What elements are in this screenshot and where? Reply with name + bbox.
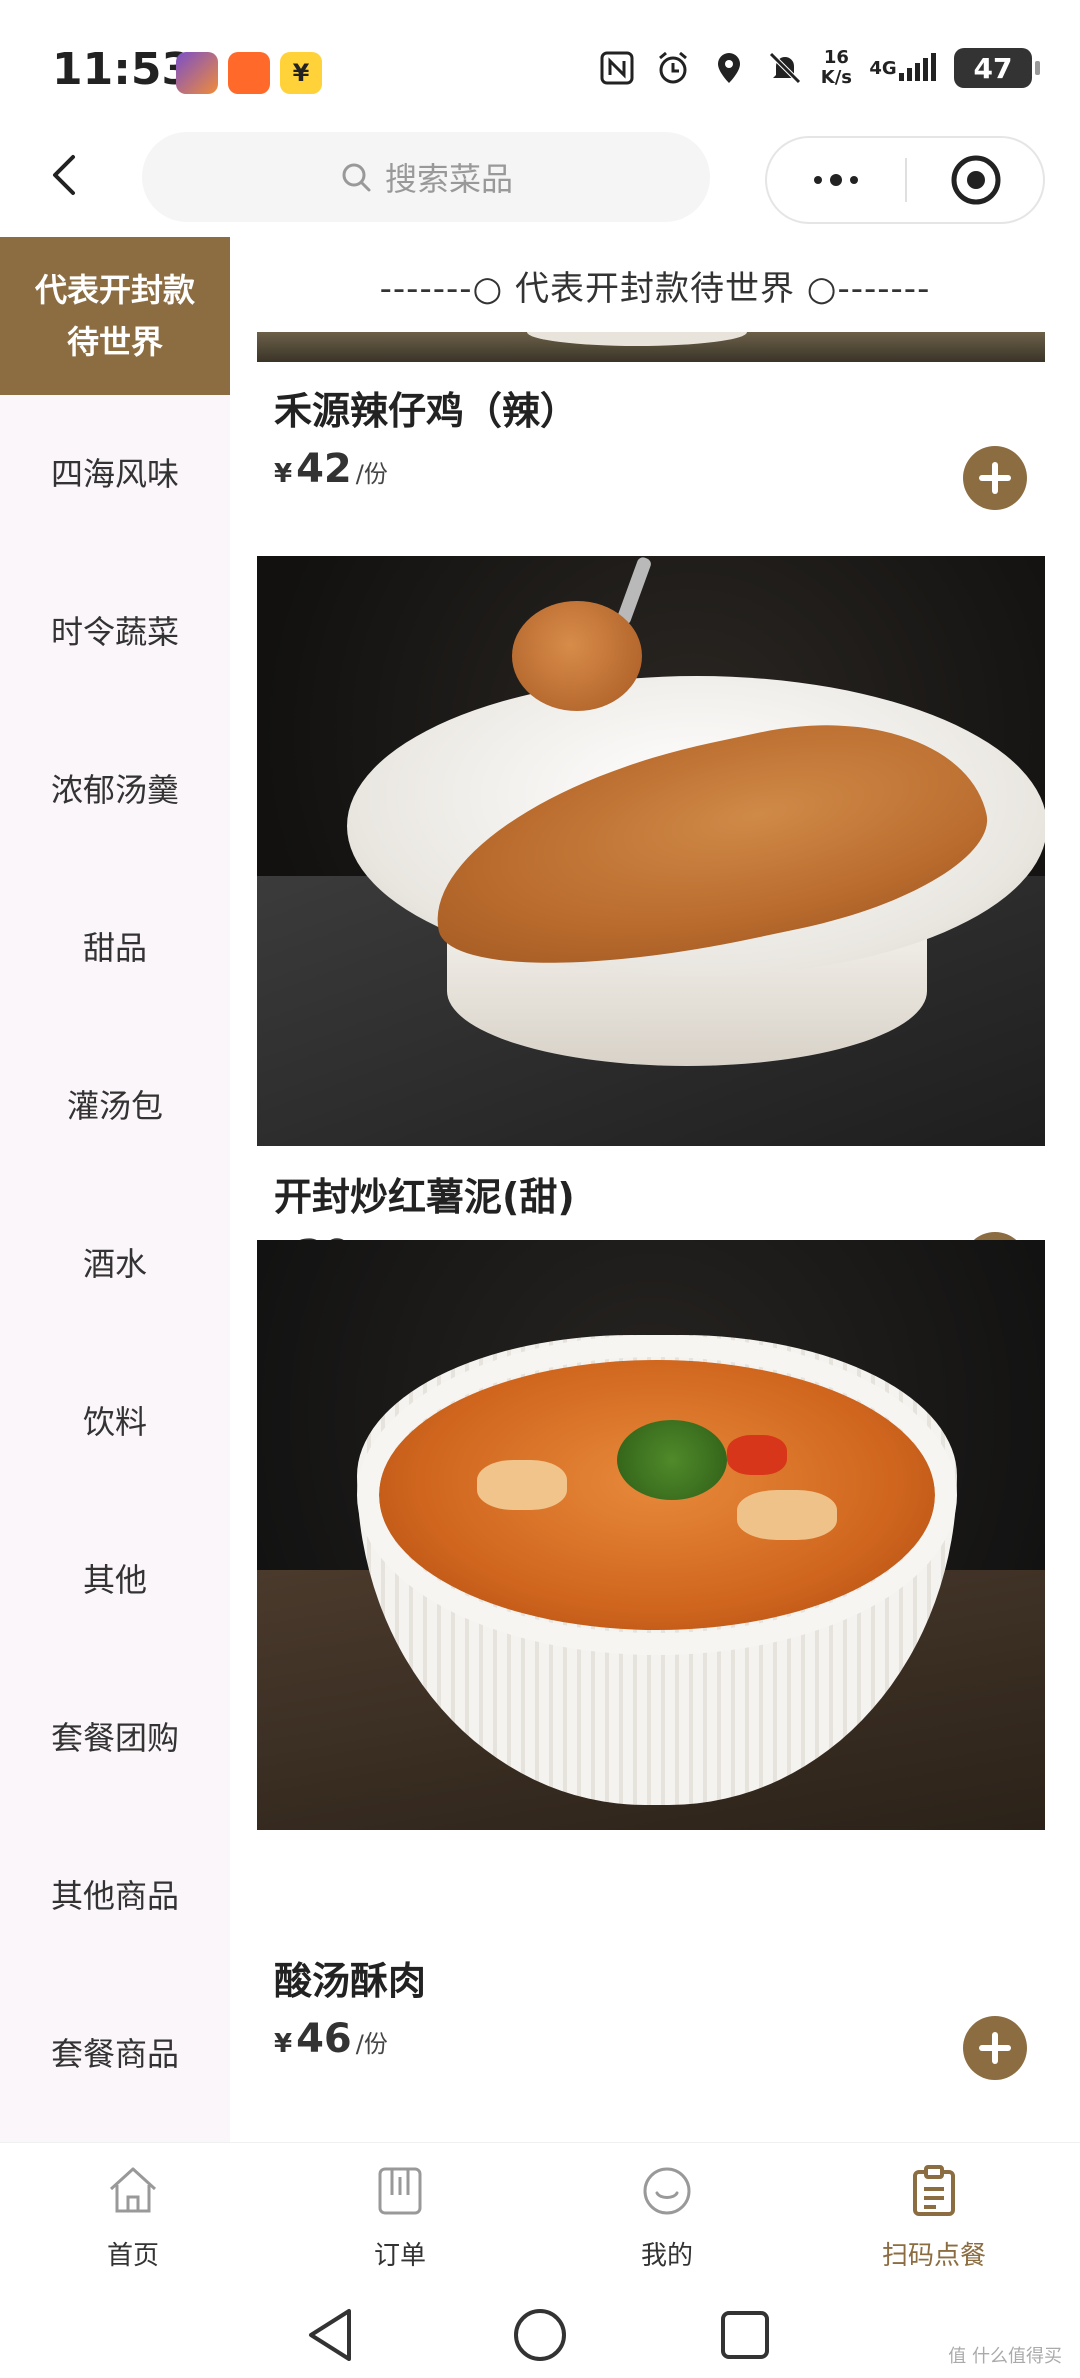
home-icon [103, 2161, 163, 2221]
search-icon [342, 163, 371, 192]
search-placeholder: 搜索菜品 [384, 160, 513, 198]
category-item-beverages[interactable]: 饮料 [0, 1343, 230, 1501]
category-item-other-goods[interactable]: 其他商品 [0, 1817, 230, 1975]
category-item-set-meals[interactable]: 套餐商品 [0, 1975, 230, 2133]
status-bar: 11:53 ¥ 16 K/s 4G 47 [0, 0, 1080, 135]
bottom-tabbar: 首页 订单 我的 扫码点餐 [0, 2142, 1080, 2292]
nav-home-button[interactable] [505, 2300, 575, 2370]
category-item-other[interactable]: 其他 [0, 1501, 230, 1659]
dish-name: 开封炒红薯泥(甜) [274, 1175, 575, 1219]
watermark: 值 什么值得买 [948, 2346, 1062, 2367]
category-item-vegetables[interactable]: 时令蔬菜 [0, 553, 230, 711]
more-button[interactable] [767, 138, 905, 222]
add-to-cart-button[interactable] [963, 446, 1027, 510]
category-item-signature[interactable]: 代表开封款待世界 [0, 237, 230, 395]
nav-recents-button[interactable] [710, 2300, 780, 2370]
battery-indicator: 47 [954, 48, 1040, 88]
chevron-left-icon [53, 155, 75, 195]
tab-orders[interactable]: 订单 [300, 2161, 500, 2281]
dish-list: -------○ 代表开封款待世界 ○------- 禾源辣仔鸡（辣） ¥ 42… [230, 240, 1080, 2140]
signal-icon: 4G [868, 48, 938, 88]
status-time: 11:53 [52, 44, 193, 95]
dish-price: ¥ 42 /份 [274, 446, 388, 492]
target-icon [951, 155, 1001, 205]
order-icon [370, 2161, 430, 2221]
category-item-alcohol[interactable]: 酒水 [0, 1185, 230, 1343]
scan-order-icon [904, 2161, 964, 2221]
category-sidebar: 代表开封款待世界 四海风味 时令蔬菜 浓郁汤羹 甜品 灌汤包 酒水 饮料 其他 … [0, 237, 230, 2142]
tab-scan-order[interactable]: 扫码点餐 [834, 2161, 1034, 2281]
network-speed: 16 K/s [820, 47, 852, 88]
nfc-icon [597, 48, 637, 88]
header: 搜索菜品 [0, 130, 1080, 240]
alarm-icon [653, 48, 693, 88]
category-item-soup-dumplings[interactable]: 灌汤包 [0, 1027, 230, 1185]
section-title: -------○ 代表开封款待世界 ○------- [379, 268, 931, 309]
dish-name: 酸汤酥肉 [274, 1959, 427, 2003]
pay-notification-icon: ¥ [280, 52, 322, 94]
taobao-notification-icon [228, 52, 270, 94]
category-item-group-deals[interactable]: 套餐团购 [0, 1659, 230, 1817]
nav-back-button[interactable] [295, 2300, 365, 2370]
miniprogram-capsule [765, 136, 1045, 224]
profile-icon [637, 2161, 697, 2221]
mute-icon [765, 48, 805, 88]
dish-image[interactable] [257, 1240, 1045, 1830]
category-item-desserts[interactable]: 甜品 [0, 869, 230, 1027]
back-button[interactable] [30, 140, 100, 210]
dish-name: 禾源辣仔鸡（辣） [274, 389, 579, 433]
location-hd-icon [709, 48, 749, 88]
tab-profile[interactable]: 我的 [567, 2161, 767, 2281]
square-recents-icon [721, 2311, 769, 2359]
app-notification-icon [176, 52, 218, 94]
search-input[interactable]: 搜索菜品 [142, 132, 710, 222]
triangle-back-icon [309, 2309, 351, 2361]
category-item-flavors[interactable]: 四海风味 [0, 395, 230, 553]
dish-image[interactable] [257, 556, 1045, 1146]
system-navigation-bar [0, 2292, 1080, 2378]
circle-home-icon [514, 2309, 566, 2361]
add-to-cart-button[interactable] [963, 2016, 1027, 2080]
dish-price: ¥ 46 /份 [274, 2016, 388, 2062]
category-item-soups[interactable]: 浓郁汤羹 [0, 711, 230, 869]
dish-image[interactable] [257, 332, 1045, 362]
close-miniprogram-button[interactable] [907, 138, 1045, 222]
tab-home[interactable]: 首页 [33, 2161, 233, 2281]
